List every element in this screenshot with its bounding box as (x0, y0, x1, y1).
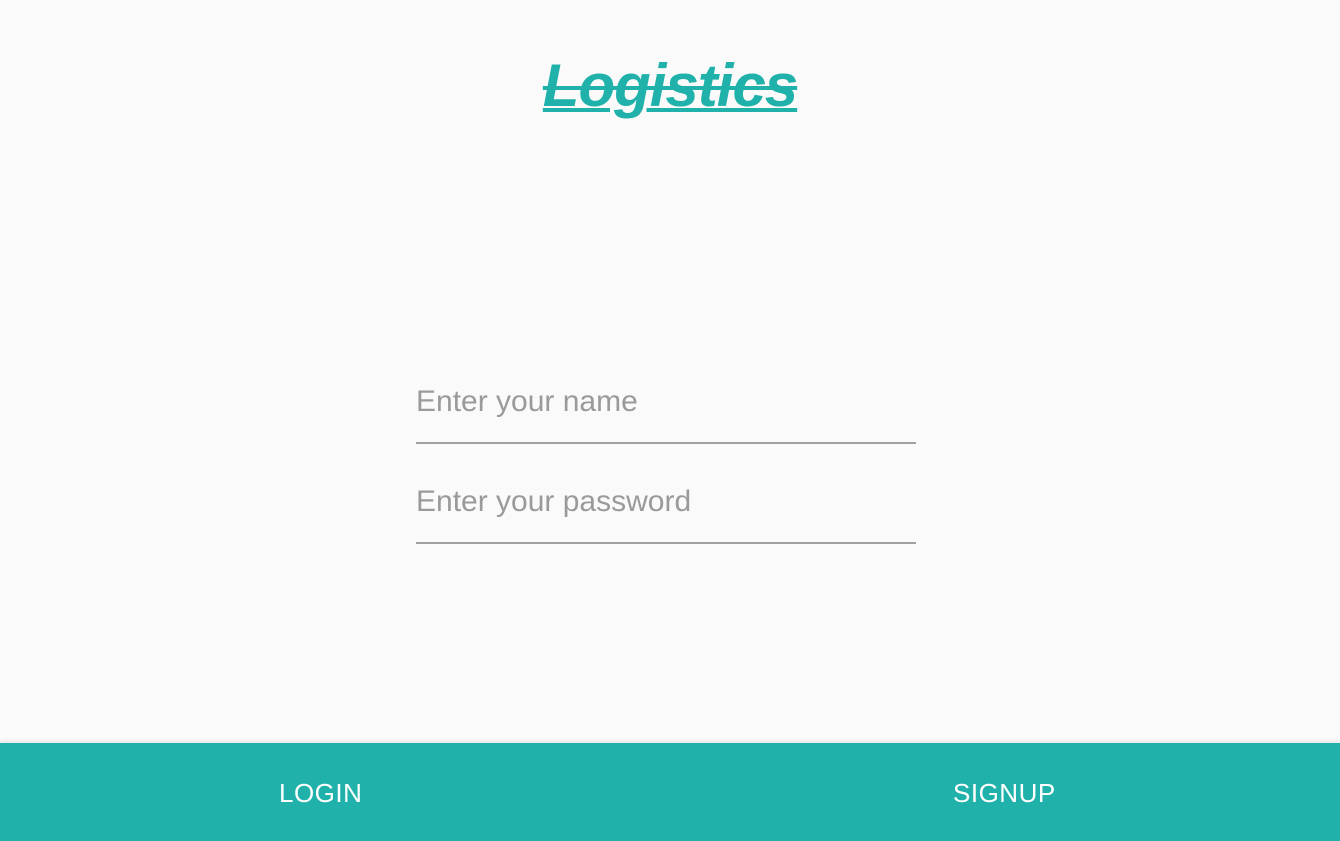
signup-button[interactable]: SIGNUP (666, 743, 1340, 841)
logo-text: Logistics (542, 52, 798, 119)
logo-container: Logistics (0, 50, 1340, 122)
login-form (416, 370, 916, 570)
name-field-wrapper (416, 370, 916, 444)
password-input[interactable] (416, 482, 916, 522)
signup-button-label: SIGNUP (953, 777, 1056, 808)
login-button-label: LOGIN (279, 777, 363, 808)
login-button[interactable]: LOGIN (0, 743, 666, 841)
bottom-nav: LOGIN SIGNUP (0, 743, 1340, 841)
app-root: Logistics LOGIN SIGNUP (0, 0, 1340, 841)
password-field-wrapper (416, 470, 916, 544)
name-input[interactable] (416, 382, 916, 422)
